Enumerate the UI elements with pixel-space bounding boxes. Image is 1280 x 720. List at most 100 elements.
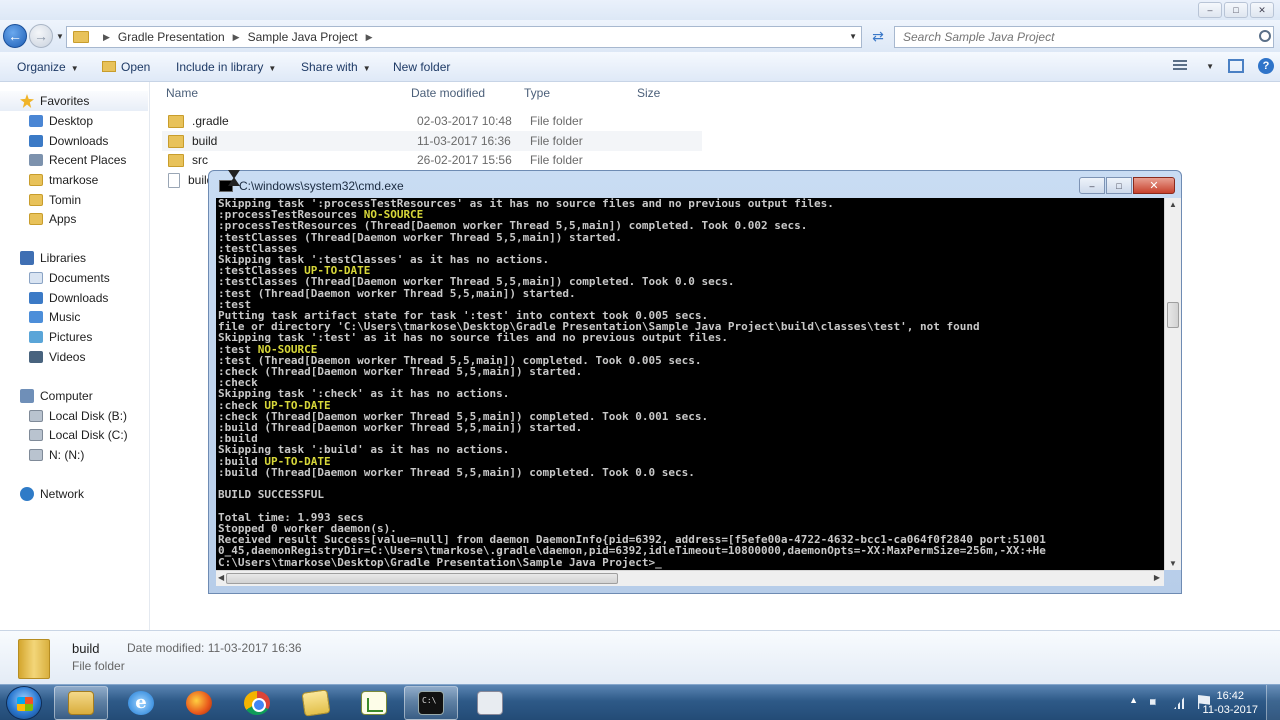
address-dropdown-icon[interactable]: ▼ — [849, 32, 857, 41]
clock-date: 11-03-2017 — [1202, 704, 1258, 716]
cmd-maximize-button[interactable]: □ — [1106, 177, 1132, 194]
nav-item-videos[interactable]: Videos — [0, 347, 148, 367]
console-line: BUILD SUCCESSFUL — [218, 488, 324, 502]
desktop-icon — [29, 115, 43, 127]
taskbar-explorer[interactable] — [54, 686, 108, 720]
clock[interactable]: 16:42 11-03-2017 — [1203, 689, 1258, 717]
scroll-right-icon[interactable]: ▶ — [1154, 573, 1160, 582]
chevron-right-icon[interactable]: ▶ — [103, 32, 110, 43]
nav-computer[interactable]: Computer — [0, 386, 148, 406]
share-with-button[interactable]: Share with ▼ — [301, 60, 371, 74]
taskbar-files[interactable] — [289, 686, 343, 720]
nav-item-lib-downloads[interactable]: Downloads — [0, 288, 148, 308]
taskbar-firefox[interactable] — [172, 686, 226, 720]
nav-item-tomin[interactable]: Tomin — [0, 190, 148, 210]
console-output[interactable]: Skipping task ':processTestResources' as… — [216, 198, 1164, 570]
file-row[interactable]: src 26-02-2017 15:56 File folder — [162, 150, 702, 170]
speaker-icon[interactable] — [1150, 695, 1160, 709]
new-folder-button[interactable]: New folder — [393, 60, 450, 74]
nav-item-desktop[interactable]: Desktop — [0, 111, 148, 131]
taskbar-window[interactable] — [463, 686, 517, 720]
minimize-button[interactable]: – — [1198, 2, 1222, 18]
nav-item-disk-c[interactable]: Local Disk (C:) — [0, 425, 148, 445]
preview-pane-icon[interactable] — [1228, 59, 1244, 73]
open-button[interactable]: Open — [102, 60, 150, 74]
internet-explorer-icon: e — [128, 691, 154, 715]
nav-item-disk-b[interactable]: Local Disk (B:) — [0, 406, 148, 426]
nav-network[interactable]: Network — [0, 484, 148, 504]
scroll-thumb[interactable] — [226, 573, 618, 584]
nav-item-disk-n[interactable]: N: (N:) — [0, 445, 148, 465]
column-size[interactable]: Size — [637, 86, 660, 104]
back-button[interactable]: ← — [3, 24, 27, 48]
address-row: ← → ▼ ▶ Gradle Presentation ▶ Sample Jav… — [0, 20, 1280, 52]
column-type[interactable]: Type — [524, 86, 550, 104]
console-line: :check (Thread[Daemon worker Thread 5,5,… — [218, 365, 583, 379]
folder-icon — [168, 153, 184, 167]
folder-icon — [29, 194, 43, 206]
taskbar-chrome[interactable] — [230, 686, 284, 720]
organize-button[interactable]: Organize ▼ — [17, 60, 79, 74]
taskbar-cmd[interactable] — [404, 686, 458, 720]
nav-libraries[interactable]: Libraries — [0, 248, 148, 268]
column-date-modified[interactable]: Date modified — [411, 86, 485, 104]
cmd-title: C:\windows\system32\cmd.exe — [239, 179, 404, 193]
command-bar: Organize ▼ Open Include in library ▼ Share… — [0, 52, 1280, 82]
nav-item-pictures[interactable]: Pictures — [0, 327, 148, 347]
firefox-icon — [186, 691, 212, 715]
nav-favorites[interactable]: Favorites — [0, 91, 148, 111]
start-button[interactable] — [6, 686, 42, 720]
cmd-close-button[interactable]: ✕ — [1133, 177, 1175, 194]
nav-item-tmarkose[interactable]: tmarkose — [0, 170, 148, 190]
recent-places-icon — [29, 154, 43, 166]
scroll-down-icon[interactable]: ▼ — [1169, 559, 1177, 568]
cmd-titlebar[interactable]: C:\windows\system32\cmd.exe — [219, 177, 404, 195]
nav-item-recent-places[interactable]: Recent Places — [0, 150, 148, 170]
close-button[interactable]: ✕ — [1250, 2, 1274, 18]
chrome-icon — [244, 691, 270, 715]
nav-item-downloads[interactable]: Downloads — [0, 131, 148, 151]
forward-button[interactable]: → — [29, 24, 53, 48]
search-box[interactable] — [894, 26, 1274, 48]
address-bar[interactable]: ▶ Gradle Presentation ▶ Sample Java Proj… — [66, 26, 862, 48]
network-signal-icon[interactable] — [1174, 695, 1186, 709]
chevron-down-icon[interactable]: ▼ — [1206, 62, 1214, 71]
nav-item-music[interactable]: Music — [0, 307, 148, 327]
disk-icon — [29, 410, 43, 422]
include-in-library-button[interactable]: Include in library ▼ — [176, 60, 276, 74]
search-input[interactable] — [903, 30, 1243, 44]
downloads-icon — [29, 135, 43, 147]
change-view-icon[interactable] — [1173, 60, 1188, 72]
cmd-window[interactable]: C:\windows\system32\cmd.exe – □ ✕ Skippi… — [208, 170, 1182, 594]
recent-pages-dropdown[interactable]: ▼ — [56, 32, 64, 41]
nav-item-documents[interactable]: Documents — [0, 268, 148, 288]
refresh-button[interactable]: ⇄ — [868, 28, 888, 46]
maximize-button[interactable]: □ — [1224, 2, 1248, 18]
scroll-left-icon[interactable]: ◀ — [218, 573, 224, 582]
nav-item-apps[interactable]: Apps — [0, 209, 148, 229]
horizontal-scrollbar[interactable]: ◀ ▶ — [216, 570, 1164, 586]
taskbar-chart-app[interactable] — [347, 686, 401, 720]
chevron-down-icon: ▼ — [70, 64, 79, 73]
chevron-down-icon: ▼ — [362, 64, 371, 73]
file-row[interactable]: build 11-03-2017 16:36 File folder — [162, 131, 702, 151]
chevron-right-icon[interactable]: ▶ — [366, 32, 373, 43]
taskbar-ie[interactable]: e — [114, 686, 168, 720]
network-drive-icon — [29, 449, 43, 461]
search-icon[interactable] — [1259, 30, 1271, 42]
scroll-up-icon[interactable]: ▲ — [1169, 200, 1177, 209]
chart-app-icon — [361, 691, 387, 715]
cmd-minimize-button[interactable]: – — [1079, 177, 1105, 194]
vertical-scrollbar[interactable]: ▲ ▼ — [1164, 198, 1181, 570]
file-row[interactable]: .gradle 02-03-2017 10:48 File folder — [162, 111, 702, 131]
scroll-thumb[interactable] — [1167, 302, 1179, 328]
breadcrumb-sample-java-project[interactable]: Sample Java Project — [248, 30, 358, 44]
column-name[interactable]: Name — [166, 86, 198, 104]
help-icon[interactable]: ? — [1258, 58, 1274, 74]
breadcrumb-gradle-presentation[interactable]: Gradle Presentation — [118, 30, 225, 44]
chevron-right-icon[interactable]: ▶ — [233, 32, 240, 43]
show-desktop-button[interactable] — [1266, 685, 1280, 720]
downloads-icon — [29, 292, 43, 304]
disk-icon — [29, 429, 43, 441]
show-hidden-icons-icon[interactable]: ▲ — [1129, 695, 1138, 709]
